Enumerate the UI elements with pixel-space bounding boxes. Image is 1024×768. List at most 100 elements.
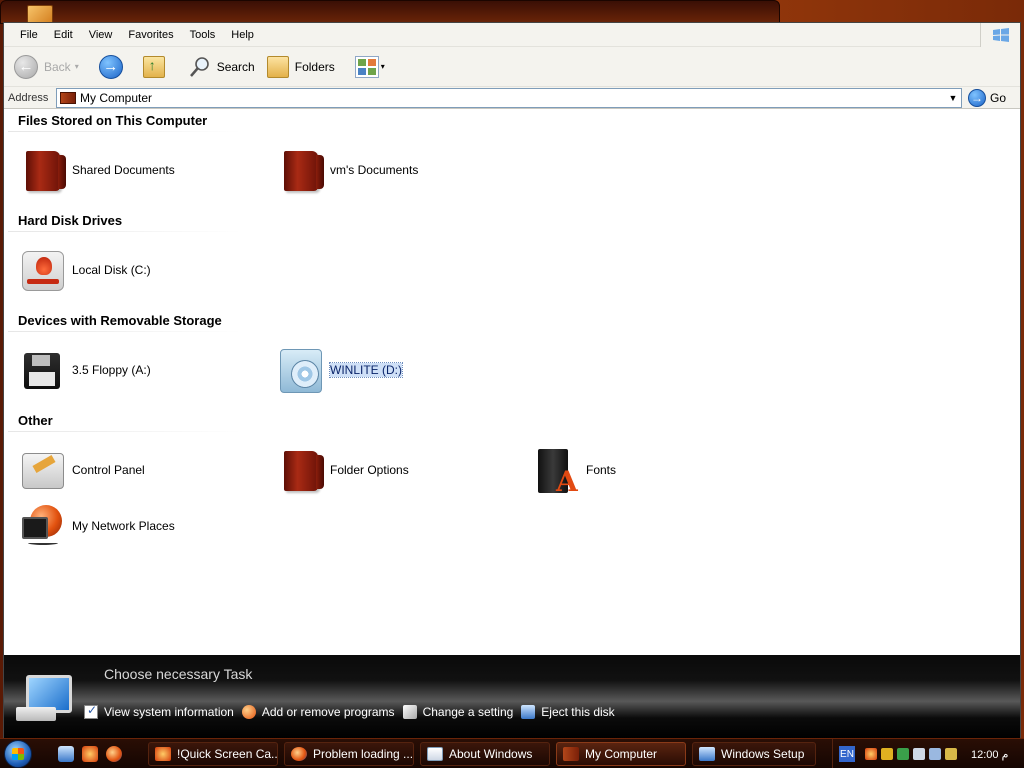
taskbar: !Quick Screen Ca... Problem loading ... …: [0, 738, 1024, 768]
back-dropdown-icon: ▾: [74, 62, 79, 71]
task-link-label: Add or remove programs: [261, 705, 395, 719]
my-computer-icon: [60, 91, 76, 104]
control-panel-icon: [20, 447, 66, 493]
capture-icon: [155, 746, 171, 761]
menu-edit[interactable]: Edit: [46, 29, 81, 41]
item-floppy-a[interactable]: 3.5 Floppy (A:): [20, 345, 151, 395]
group-divider: [8, 131, 242, 132]
task-link-label: Eject this disk: [541, 705, 615, 719]
folder-icon: [278, 147, 324, 193]
my-computer-icon: [563, 746, 579, 761]
taskbar-btn-about-windows[interactable]: About Windows: [420, 741, 550, 766]
item-label: My Network Places: [72, 519, 175, 533]
warning-icon[interactable]: [881, 748, 893, 760]
item-shared-documents[interactable]: Shared Documents: [20, 145, 175, 195]
task-eject-disk[interactable]: Eject this disk: [521, 705, 615, 719]
address-dropdown-icon[interactable]: ▼: [947, 91, 959, 105]
item-fonts[interactable]: A Fonts: [534, 445, 616, 498]
menu-help[interactable]: Help: [223, 29, 262, 41]
go-button[interactable]: → Go: [968, 88, 1007, 107]
item-vms-documents[interactable]: vm's Documents: [278, 145, 418, 195]
up-folder-button[interactable]: [129, 50, 171, 84]
media-icon[interactable]: [82, 745, 98, 762]
task-pane-header: Choose necessary Task: [104, 666, 253, 682]
folders-button[interactable]: Folders: [261, 50, 341, 84]
menu-view[interactable]: View: [81, 29, 121, 41]
task-add-remove-programs[interactable]: Add or remove programs: [241, 705, 395, 719]
menu-file[interactable]: File: [12, 29, 46, 41]
forward-arrow-icon: →: [98, 54, 123, 79]
group-title-other: Other: [18, 413, 53, 428]
settings-icon: [402, 705, 417, 719]
item-my-network-places[interactable]: My Network Places: [20, 501, 175, 551]
quick-launch: [58, 745, 130, 762]
add-remove-icon: [241, 705, 256, 719]
menu-tools[interactable]: Tools: [182, 29, 224, 41]
show-desktop-icon[interactable]: [58, 745, 74, 762]
system-tray: EN 12:00 م: [832, 739, 1024, 768]
hard-disk-icon: [20, 247, 66, 293]
network-places-icon: [20, 503, 66, 549]
item-winlite-d[interactable]: WINLITE (D:): [278, 345, 403, 395]
taskbar-btn-label: !Quick Screen Ca...: [177, 746, 278, 761]
window-title-bar[interactable]: [0, 0, 780, 27]
go-arrow-icon: →: [968, 88, 986, 107]
views-icon: [354, 55, 379, 78]
search-label: Search: [216, 59, 255, 74]
cd-drive-icon: [278, 347, 324, 393]
group-title-files: Files Stored on This Computer: [18, 113, 208, 128]
item-label: Control Panel: [72, 463, 145, 477]
menu-favorites[interactable]: Favorites: [120, 29, 181, 41]
taskbar-btn-label: Windows Setup: [721, 746, 805, 761]
item-label: 3.5 Floppy (A:): [72, 363, 151, 377]
task-pane: Choose necessary Task View system inform…: [4, 655, 1020, 739]
menu-bar: File Edit View Favorites Tools Help: [4, 23, 1020, 47]
address-field[interactable]: My Computer ▼: [56, 87, 962, 108]
capture-tray-icon[interactable]: [865, 748, 877, 760]
start-button[interactable]: [0, 739, 36, 768]
taskbar-btn-my-computer[interactable]: My Computer: [556, 741, 686, 766]
checkbox-icon: [84, 703, 98, 719]
display-tray-icon[interactable]: [929, 748, 941, 760]
file-list-view[interactable]: Files Stored on This Computer Shared Doc…: [4, 109, 1020, 655]
group-divider: [8, 331, 242, 332]
toolbar: ← Back ▾ → Search Folders ▾: [4, 47, 1020, 87]
taskbar-btn-quick-screen-capture[interactable]: !Quick Screen Ca...: [148, 741, 278, 766]
group-title-hard-disks: Hard Disk Drives: [18, 213, 123, 228]
item-local-disk-c[interactable]: Local Disk (C:): [20, 245, 151, 295]
go-label: Go: [990, 90, 1007, 105]
back-label: Back: [44, 59, 71, 74]
address-bar: Address My Computer ▼ → Go: [4, 87, 1020, 109]
item-folder-options[interactable]: Folder Options: [278, 445, 409, 495]
task-links: View system information Add or remove pr…: [84, 703, 623, 719]
address-value: My Computer: [80, 90, 153, 105]
back-button[interactable]: ← Back ▾: [8, 50, 85, 84]
views-button[interactable]: ▾: [341, 50, 391, 84]
window-icon: [427, 746, 443, 761]
task-view-system-info[interactable]: View system information: [84, 703, 234, 719]
task-change-setting[interactable]: Change a setting: [402, 705, 513, 719]
network-tray-icon[interactable]: [913, 748, 925, 760]
windows-orb-icon: [4, 739, 32, 768]
item-label: WINLITE (D:): [329, 362, 403, 378]
task-link-label: View system information: [104, 705, 234, 719]
firefox-icon[interactable]: [106, 745, 122, 762]
item-label: vm's Documents: [330, 163, 419, 177]
computer-icon: [16, 673, 74, 725]
windows-logo-icon: [980, 23, 1020, 47]
forward-button[interactable]: →: [85, 50, 129, 84]
taskbar-btn-label: My Computer: [585, 746, 658, 761]
check-tray-icon[interactable]: [897, 748, 909, 760]
taskbar-btn-label: Problem loading ...: [313, 746, 414, 761]
item-label: Folder Options: [330, 463, 409, 477]
language-indicator[interactable]: EN: [839, 746, 855, 762]
group-divider: [8, 431, 242, 432]
folders-label: Folders: [294, 59, 335, 74]
taskbar-btn-problem-loading[interactable]: Problem loading ...: [284, 741, 414, 766]
clock[interactable]: 12:00 م: [971, 748, 1008, 761]
wand-tray-icon[interactable]: [945, 748, 957, 760]
search-button[interactable]: Search: [183, 50, 261, 84]
taskbar-btn-windows-setup[interactable]: Windows Setup: [692, 741, 816, 766]
item-control-panel[interactable]: Control Panel: [20, 445, 145, 495]
up-folder-icon: [142, 55, 165, 78]
